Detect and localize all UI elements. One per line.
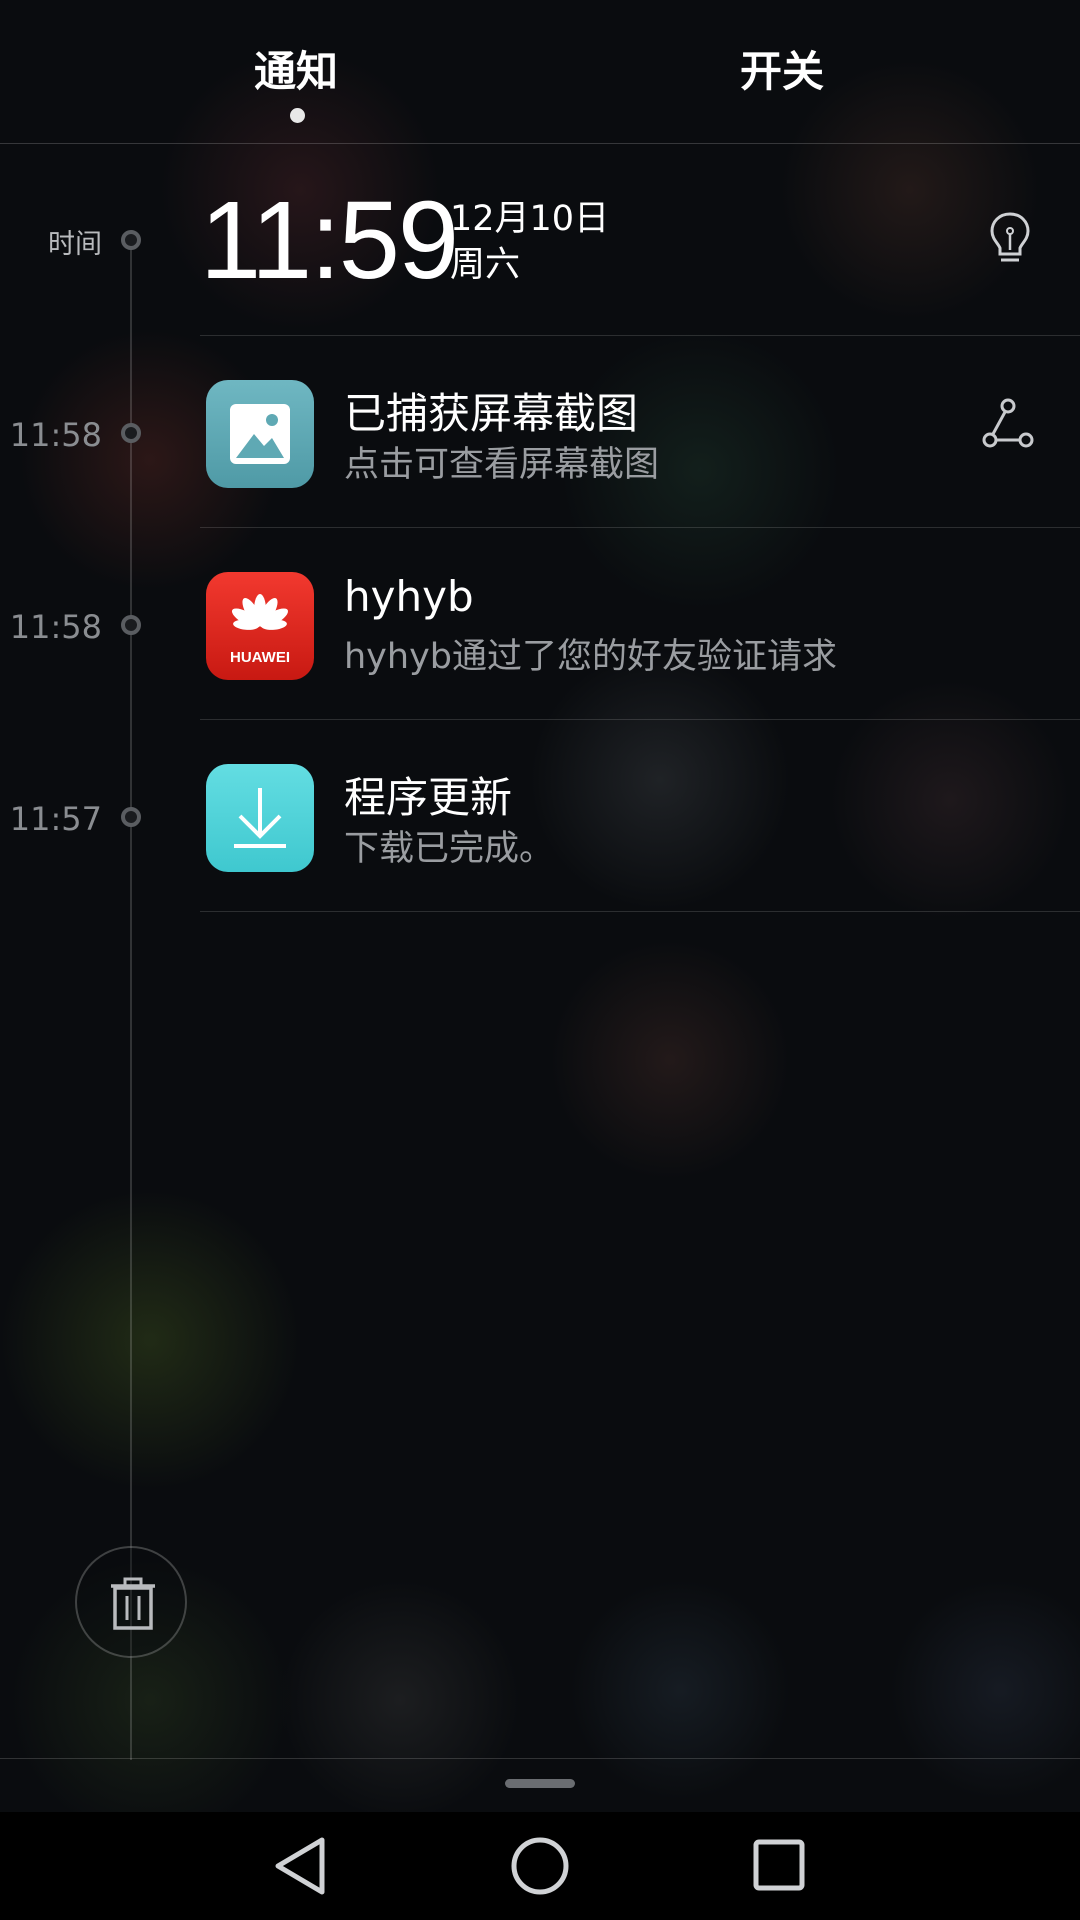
timeline-dot — [121, 230, 141, 250]
navigation-bar — [0, 1812, 1080, 1920]
lightbulb-icon[interactable] — [985, 210, 1035, 270]
date-label: 12月10日 — [450, 199, 610, 239]
notification-screenshot[interactable]: 已捕获屏幕截图 点击可查看屏幕截图 — [200, 336, 1080, 528]
recents-icon[interactable] — [740, 1830, 820, 1902]
notification-app-update[interactable]: 程序更新 下载已完成。 — [200, 720, 1080, 912]
active-tab-indicator — [290, 108, 305, 123]
weekday-label: 周六 — [450, 245, 521, 285]
notification-title: 已捕获屏幕截图 — [344, 389, 639, 438]
drag-handle[interactable] — [505, 1779, 575, 1788]
notification-body: 下载已完成。 — [344, 829, 555, 869]
notification-time: 11:58 — [9, 608, 102, 646]
huawei-icon: HUAWEI — [206, 572, 314, 680]
notification-shade-tabs: 通知 开关 — [0, 0, 1080, 144]
clock-time: 11:59 — [200, 179, 459, 302]
divider — [0, 1758, 1080, 1759]
timeline-dot — [121, 807, 141, 827]
notification-time: 11:58 — [9, 416, 102, 454]
clear-all-button[interactable] — [75, 1546, 187, 1658]
divider — [200, 911, 1080, 912]
back-icon[interactable] — [260, 1830, 340, 1902]
timeline-dot — [121, 423, 141, 443]
timeline-header-label: 时间 — [48, 229, 102, 260]
notification-time: 11:57 — [9, 800, 102, 838]
tab-notifications[interactable]: 通知 — [196, 38, 396, 99]
huawei-logo-text: HUAWEI — [230, 649, 290, 666]
notification-body: 点击可查看屏幕截图 — [344, 445, 660, 485]
notification-huawei[interactable]: HUAWEI hyhyb hyhyb通过了您的好友验证请求 — [200, 528, 1080, 720]
trash-icon — [111, 1577, 155, 1630]
home-icon[interactable] — [500, 1830, 580, 1902]
notification-body: hyhyb通过了您的好友验证请求 — [344, 637, 838, 677]
tab-switches[interactable]: 开关 — [682, 38, 882, 99]
gallery-icon — [206, 380, 314, 488]
timeline-dot — [121, 615, 141, 635]
share-icon[interactable] — [980, 396, 1036, 452]
timeline-line — [130, 240, 132, 1760]
clock-date: 12月10日 周六 — [450, 196, 609, 288]
notification-title: hyhyb — [344, 572, 474, 621]
notification-title: 程序更新 — [344, 773, 513, 822]
download-icon — [206, 764, 314, 872]
